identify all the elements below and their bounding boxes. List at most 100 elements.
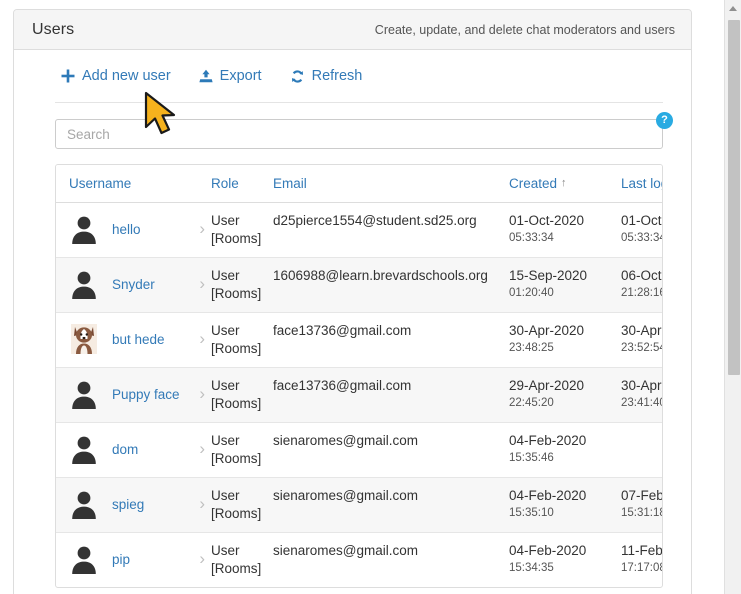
screen: Users Create, update, and delete chat mo… xyxy=(0,0,741,594)
scrollbar-thumb[interactable] xyxy=(728,20,740,375)
username-link[interactable]: Puppy face xyxy=(112,387,199,402)
export-button[interactable]: Export xyxy=(199,68,262,84)
last-login-date: 30-Apr-2020 xyxy=(621,322,663,340)
scroll-up-arrow-icon[interactable] xyxy=(725,0,741,17)
role-scope: [Rooms] xyxy=(211,230,273,248)
username-link[interactable]: spieg xyxy=(112,497,199,512)
table-header-row: Username Role Email Created↑ Last login xyxy=(56,165,663,203)
last-login-time: 23:41:40 xyxy=(621,395,663,412)
cell-username: pip› xyxy=(56,533,211,588)
cell-last-login: 06-Oct-202021:28:16 xyxy=(621,258,663,313)
column-header-last-login[interactable]: Last login xyxy=(621,165,663,203)
husky-dog-photo-avatar-glyph xyxy=(71,324,97,354)
username-link[interactable]: pip xyxy=(112,552,199,567)
cell-last-login: 30-Apr-202023:41:40 xyxy=(621,368,663,423)
cell-username: dom› xyxy=(56,423,211,478)
role-name: User xyxy=(211,267,273,285)
column-header-username[interactable]: Username xyxy=(56,165,211,203)
chevron-right-icon[interactable]: › xyxy=(199,494,205,514)
created-time: 01:20:40 xyxy=(509,285,621,302)
refresh-circular-arrows-icon xyxy=(290,69,305,84)
help-question-icon[interactable]: ? xyxy=(656,112,673,129)
table-row[interactable]: but hede›User[Rooms]face13736@gmail.com3… xyxy=(56,313,663,368)
table-header: Username Role Email Created↑ Last login xyxy=(56,165,663,203)
panel-body: Add new user Export xyxy=(14,50,691,588)
email-text: sienaromes@gmail.com xyxy=(273,543,418,558)
users-table-container: Username Role Email Created↑ Last login … xyxy=(55,164,663,588)
last-login-date: 01-Oct-2020 xyxy=(621,212,663,230)
cell-email: 1606988@learn.brevardschools.org xyxy=(273,258,509,313)
cell-last-login: 01-Oct-202005:33:34 xyxy=(621,203,663,258)
username-link[interactable]: hello xyxy=(112,222,199,237)
search-input[interactable] xyxy=(55,119,663,149)
page-title: Users xyxy=(32,21,74,39)
vertical-scrollbar[interactable] xyxy=(724,0,741,594)
cell-username: but hede› xyxy=(56,313,211,368)
cell-role: User[Rooms] xyxy=(211,478,273,533)
last-login-date: 07-Feb-2020 xyxy=(621,487,663,505)
email-text: face13736@gmail.com xyxy=(273,323,411,338)
cell-username: Snyder› xyxy=(56,258,211,313)
last-login-time: 21:28:16 xyxy=(621,285,663,302)
cell-created: 01-Oct-202005:33:34 xyxy=(509,203,621,258)
refresh-button[interactable]: Refresh xyxy=(290,68,363,84)
chevron-right-icon[interactable]: › xyxy=(199,549,205,569)
role-name: User xyxy=(211,487,273,505)
column-header-email[interactable]: Email xyxy=(273,165,509,203)
username-link[interactable]: but hede xyxy=(112,332,199,347)
export-upload-icon xyxy=(199,69,213,83)
created-time: 15:35:46 xyxy=(509,450,621,467)
default-person-avatar xyxy=(69,434,99,464)
cell-username: hello› xyxy=(56,203,211,258)
cell-created: 04-Feb-202015:35:10 xyxy=(509,478,621,533)
role-name: User xyxy=(211,377,273,395)
chevron-right-icon[interactable]: › xyxy=(199,274,205,294)
cell-username: spieg› xyxy=(56,478,211,533)
created-date: 04-Feb-2020 xyxy=(509,542,621,560)
email-text: sienaromes@gmail.com xyxy=(273,488,418,503)
cell-created: 30-Apr-202023:48:25 xyxy=(509,313,621,368)
refresh-label: Refresh xyxy=(312,68,363,84)
created-time: 15:34:35 xyxy=(509,560,621,577)
email-text: sienaromes@gmail.com xyxy=(273,433,418,448)
role-scope: [Rooms] xyxy=(211,560,273,578)
last-login-time: 23:52:54 xyxy=(621,340,663,357)
chevron-right-icon[interactable]: › xyxy=(199,329,205,349)
username-link[interactable]: Snyder xyxy=(112,277,199,292)
husky-dog-photo-avatar xyxy=(69,324,99,354)
table-row[interactable]: pip›User[Rooms]sienaromes@gmail.com04-Fe… xyxy=(56,533,663,588)
default-person-avatar xyxy=(69,489,99,519)
column-header-created[interactable]: Created↑ xyxy=(509,165,621,203)
created-time: 05:33:34 xyxy=(509,230,621,247)
email-text: 1606988@learn.brevardschools.org xyxy=(273,268,488,283)
toolbar: Add new user Export xyxy=(29,50,676,102)
plus-icon xyxy=(61,69,75,83)
cell-last-login: 07-Feb-202015:31:18 xyxy=(621,478,663,533)
table-row[interactable]: Puppy face›User[Rooms]face13736@gmail.co… xyxy=(56,368,663,423)
created-date: 04-Feb-2020 xyxy=(509,432,621,450)
sort-ascending-icon: ↑ xyxy=(561,177,567,189)
cell-email: face13736@gmail.com xyxy=(273,313,509,368)
default-person-avatar-glyph xyxy=(70,489,98,519)
created-date: 30-Apr-2020 xyxy=(509,322,621,340)
users-panel: Users Create, update, and delete chat mo… xyxy=(13,9,692,594)
last-login-date: 06-Oct-2020 xyxy=(621,267,663,285)
table-body: hello›User[Rooms]d25pierce1554@student.s… xyxy=(56,203,663,588)
table-row[interactable]: spieg›User[Rooms]sienaromes@gmail.com04-… xyxy=(56,478,663,533)
table-row[interactable]: hello›User[Rooms]d25pierce1554@student.s… xyxy=(56,203,663,258)
default-person-avatar-glyph xyxy=(70,214,98,244)
last-login-time: 15:31:18 xyxy=(621,505,663,522)
role-scope: [Rooms] xyxy=(211,285,273,303)
chevron-right-icon[interactable]: › xyxy=(199,439,205,459)
column-header-role[interactable]: Role xyxy=(211,165,273,203)
table-row[interactable]: dom›User[Rooms]sienaromes@gmail.com04-Fe… xyxy=(56,423,663,478)
chevron-right-icon[interactable]: › xyxy=(199,384,205,404)
add-new-user-button[interactable]: Add new user xyxy=(61,68,171,84)
cell-created: 15-Sep-202001:20:40 xyxy=(509,258,621,313)
cell-username: Puppy face› xyxy=(56,368,211,423)
username-link[interactable]: dom xyxy=(112,442,199,457)
add-new-user-label: Add new user xyxy=(82,68,171,84)
default-person-avatar xyxy=(69,269,99,299)
table-row[interactable]: Snyder›User[Rooms]1606988@learn.brevards… xyxy=(56,258,663,313)
chevron-right-icon[interactable]: › xyxy=(199,219,205,239)
